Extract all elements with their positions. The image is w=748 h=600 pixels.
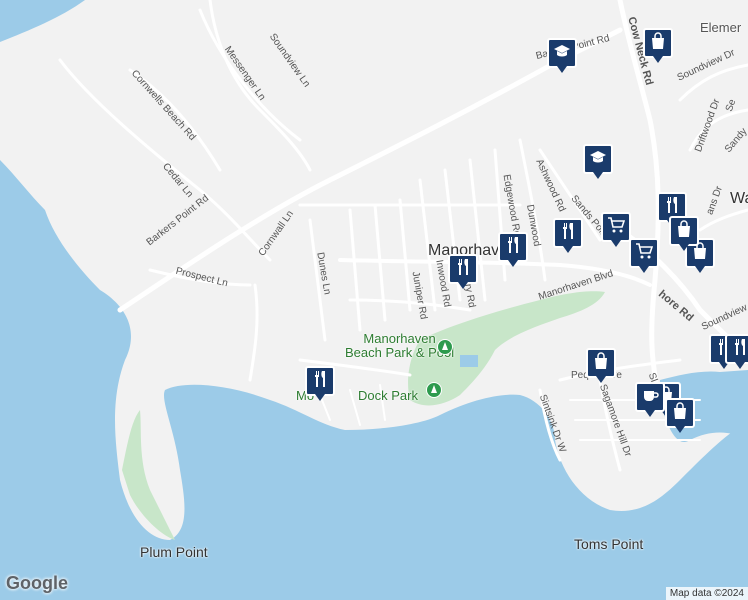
map-pin-cart[interactable] bbox=[629, 238, 659, 274]
google-logo: Google bbox=[6, 573, 68, 593]
pin-pointer bbox=[557, 66, 567, 73]
map-canvas[interactable] bbox=[0, 0, 748, 600]
pin-pointer bbox=[596, 376, 606, 383]
pin-pointer bbox=[458, 282, 468, 289]
cart-icon bbox=[635, 242, 654, 265]
cafe-icon bbox=[641, 386, 659, 409]
pin-pointer bbox=[675, 426, 685, 433]
pin-pointer bbox=[695, 266, 705, 273]
map-pin-school[interactable] bbox=[547, 38, 577, 74]
map-pin-shopping-bag[interactable] bbox=[643, 28, 673, 64]
pin-pointer bbox=[508, 260, 518, 267]
map-pin-restaurant[interactable] bbox=[448, 254, 478, 290]
restaurant-icon bbox=[311, 370, 329, 393]
restaurant-icon bbox=[559, 222, 577, 245]
map-pin-school[interactable] bbox=[583, 144, 613, 180]
map-pin-restaurant[interactable] bbox=[305, 366, 335, 402]
map-pin-restaurant[interactable] bbox=[553, 218, 583, 254]
place-label-toms-point: Toms Point bbox=[574, 536, 644, 552]
map-pin-shopping-bag[interactable] bbox=[586, 348, 616, 384]
map-pin-restaurant[interactable] bbox=[725, 334, 748, 370]
pin-pointer bbox=[611, 240, 621, 247]
map-attribution[interactable]: Map data ©2024 bbox=[665, 587, 748, 600]
pin-pointer bbox=[639, 266, 649, 273]
restaurant-icon bbox=[504, 236, 522, 259]
map-pin-cafe[interactable] bbox=[635, 382, 665, 418]
pin-pointer bbox=[679, 244, 689, 251]
map-pin-shopping-bag[interactable] bbox=[669, 216, 699, 252]
pin-pointer bbox=[315, 394, 325, 401]
pool bbox=[460, 355, 478, 367]
pin-pointer bbox=[653, 56, 663, 63]
school-icon bbox=[589, 148, 607, 171]
restaurant-icon bbox=[731, 338, 748, 361]
shopping-bag-icon bbox=[671, 401, 689, 425]
place-label-dock-park: Dock Park bbox=[358, 388, 418, 403]
school-icon bbox=[553, 42, 571, 65]
map-pin-shopping-bag[interactable] bbox=[665, 398, 695, 434]
pin-pointer bbox=[563, 246, 573, 253]
place-label-plum-point: Plum Point bbox=[140, 544, 208, 560]
pin-pointer bbox=[735, 362, 745, 369]
shopping-bag-icon bbox=[675, 219, 693, 243]
map-pin-cart[interactable] bbox=[601, 212, 631, 248]
park-poi-icon[interactable] bbox=[437, 339, 453, 355]
pin-pointer bbox=[593, 172, 603, 179]
map-pin-restaurant[interactable] bbox=[498, 232, 528, 268]
place-label-element: Elemer bbox=[700, 20, 742, 35]
place-label-wa: Wa bbox=[730, 190, 748, 207]
shopping-bag-icon bbox=[649, 31, 667, 55]
shopping-bag-icon bbox=[592, 351, 610, 375]
cart-icon bbox=[607, 216, 626, 239]
pin-pointer bbox=[645, 410, 655, 417]
park-poi-icon[interactable] bbox=[426, 382, 442, 398]
restaurant-icon bbox=[454, 258, 472, 281]
